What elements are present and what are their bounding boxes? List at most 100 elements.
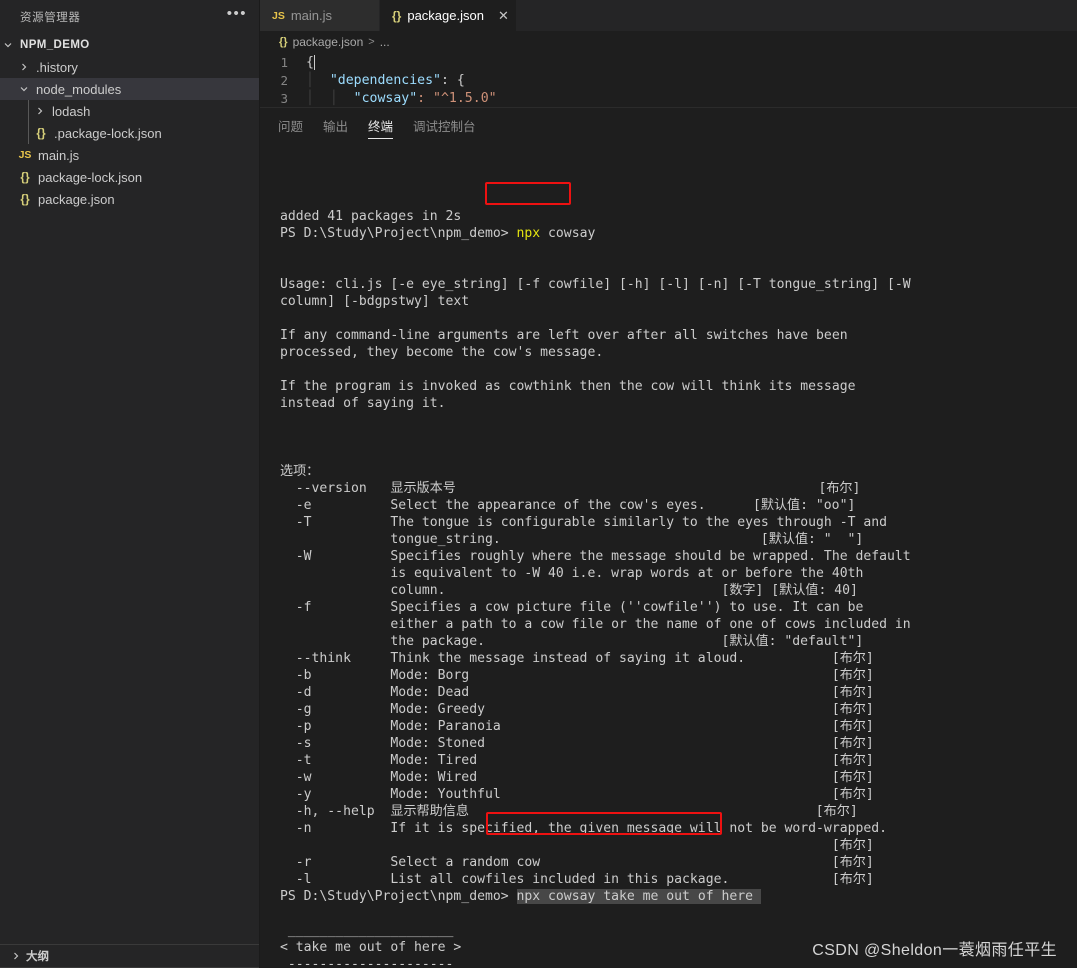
terminal-ascii-art-line: _____________________ [280,923,454,938]
sidebar-item-label: .history [36,59,78,75]
sidebar-item-main-js[interactable]: JS main.js [0,144,259,166]
terminal-prompt: PS D:\Study\Project\npm_demo> [280,226,517,241]
sidebar-item-package-json[interactable]: {} package.json [0,188,259,210]
terminal-line: If the program is invoked as cowthink th… [280,379,856,394]
tab-main-js[interactable]: JS main.js [260,0,380,31]
sidebar-item-package-lock-json[interactable]: {} package-lock.json [0,166,259,188]
terminal-line: -d Mode: Dead [布尔] [280,685,874,700]
code-line: 1 { [260,53,1077,71]
tab-label: package.json [407,8,484,23]
ellipsis-icon[interactable]: ••• [227,6,247,25]
terminal-line: Usage: cli.js [-e eye_string] [-f cowfil… [280,277,911,292]
line-number: 3 [280,90,288,106]
terminal-ascii-art-line: < take me out of here > [280,940,462,955]
js-file-icon: JS [18,149,32,161]
tab-output[interactable]: 输出 [323,108,348,143]
terminal-line: -h, --help 显示帮助信息 [布尔] [280,804,858,819]
terminal-line: -p Mode: Paranoia [布尔] [280,719,874,734]
terminal-prompt-line: PS D:\Study\Project\npm_demo> npx cowsay… [280,888,1067,905]
terminal-prompt: PS D:\Study\Project\npm_demo> [280,889,517,904]
terminal-line: -e Select the appearance of the cow's ey… [280,498,856,513]
terminal-line: -f Specifies a cow picture file (''cowfi… [280,600,864,615]
breadcrumb-file[interactable]: package.json [293,35,364,49]
sidebar-item-lodash[interactable]: lodash [0,100,259,122]
terminal-line: processed, they become the cow's message… [280,345,604,360]
sidebar-item-label: .package-lock.json [54,125,162,141]
code-text: : { [440,72,465,88]
text-caret [313,54,315,70]
terminal-line: column] [-bdgpstwy] text [280,294,470,309]
close-icon[interactable]: ✕ [498,9,509,22]
tab-debug-console[interactable]: 调试控制台 [413,108,476,143]
code-editor[interactable]: 1 { 2 │ "dependencies": { 3 │ │ "cowsay"… [260,53,1077,107]
terminal-command-args: cowsay take me out of here [540,889,761,904]
json-file-icon: {} [20,170,30,184]
terminal-line: column. [数字] [默认值: 40] [280,583,858,598]
terminal-output[interactable]: added 41 packages in 2s PS D:\Study\Proje… [260,143,1077,968]
terminal-line: -W Specifies roughly where the message s… [280,549,911,564]
terminal-line: --version 显示版本号 [布尔] [280,481,861,496]
indent-guide: │ │ [306,90,354,106]
terminal-line: --think Think the message instead of say… [280,651,874,666]
tab-problems[interactable]: 问题 [278,108,303,143]
terminal-line: tongue_string. [默认值: " "] [280,532,864,547]
tree-root-npm-demo[interactable]: NPM_DEMO [0,34,259,56]
line-number: 2 [280,72,288,88]
terminal-line: -b Mode: Borg [布尔] [280,668,874,683]
tab-terminal[interactable]: 终端 [368,108,394,143]
file-tree: NPM_DEMO .history node_modules lodash {}… [0,34,259,210]
terminal-command-program: npx [516,226,541,241]
indent-guide: │ [306,72,330,88]
terminal-line: -s Mode: Stoned [布尔] [280,736,874,751]
line-number: 1 [280,54,288,70]
js-file-icon: JS [272,9,285,22]
code-key: "cowsay" [353,90,418,106]
bottom-panel: 问题 输出 终端 调试控制台 added 41 packages in 2s PS… [260,107,1077,968]
terminal-line: -l List all cowfiles included in this pa… [280,872,874,887]
sidebar-item-label: package.json [38,191,115,207]
terminal-ascii-art-line: --------------------- [280,957,454,968]
terminal-line: 选项： [280,464,320,479]
sidebar-item-history[interactable]: .history [0,56,259,78]
sidebar-section-label: 大纲 [26,951,49,963]
terminal-line: is equivalent to -W 40 i.e. wrap words a… [280,566,864,581]
sidebar-item-label: node_modules [36,81,122,97]
terminal-line: the package. [默认值: "default"] [280,634,864,649]
json-file-icon: {} [36,126,46,140]
tab-label: main.js [290,8,333,23]
breadcrumb-trailing[interactable]: ... [380,35,390,49]
terminal-line: -g Mode: Greedy [布尔] [280,702,874,717]
chevron-down-icon [0,39,16,51]
code-text: { [306,54,314,70]
code-line: 3 │ │ "cowsay": "^1.5.0" [260,89,1077,107]
sidebar-item-label: lodash [52,103,91,119]
sidebar-item-label: package-lock.json [38,169,143,185]
tab-package-json[interactable]: {} package.json ✕ [380,0,517,31]
terminal-command-args: cowsay [540,226,596,241]
code-key: "dependencies" [329,72,441,88]
terminal-line: -n If it is specified, the given message… [280,821,887,836]
sidebar-item-dot-package-lock-json[interactable]: {} .package-lock.json [0,122,259,144]
chevron-right-icon [16,61,32,73]
tree-root-label: NPM_DEMO [20,39,90,51]
sidebar-section-outline[interactable]: 大纲 [0,944,259,968]
editor-tab-bar: JS main.js {} package.json ✕ [260,0,1077,31]
chevron-down-icon [16,83,32,95]
chevron-right-icon [32,105,48,117]
sidebar-item-label: main.js [38,147,80,163]
terminal-line: -w Mode: Wired [布尔] [280,770,874,785]
explorer-header: 资源管理器 ••• [0,0,259,34]
terminal-line: added 41 packages in 2s [280,209,462,224]
editor-area: JS main.js {} package.json ✕ {} package.… [260,0,1077,968]
sidebar-filler [0,210,259,944]
sidebar-item-node-modules[interactable]: node_modules [0,78,259,100]
code-line: 2 │ "dependencies": { [260,71,1077,89]
json-file-icon: {} [392,8,402,23]
chevron-right-icon [8,950,24,962]
